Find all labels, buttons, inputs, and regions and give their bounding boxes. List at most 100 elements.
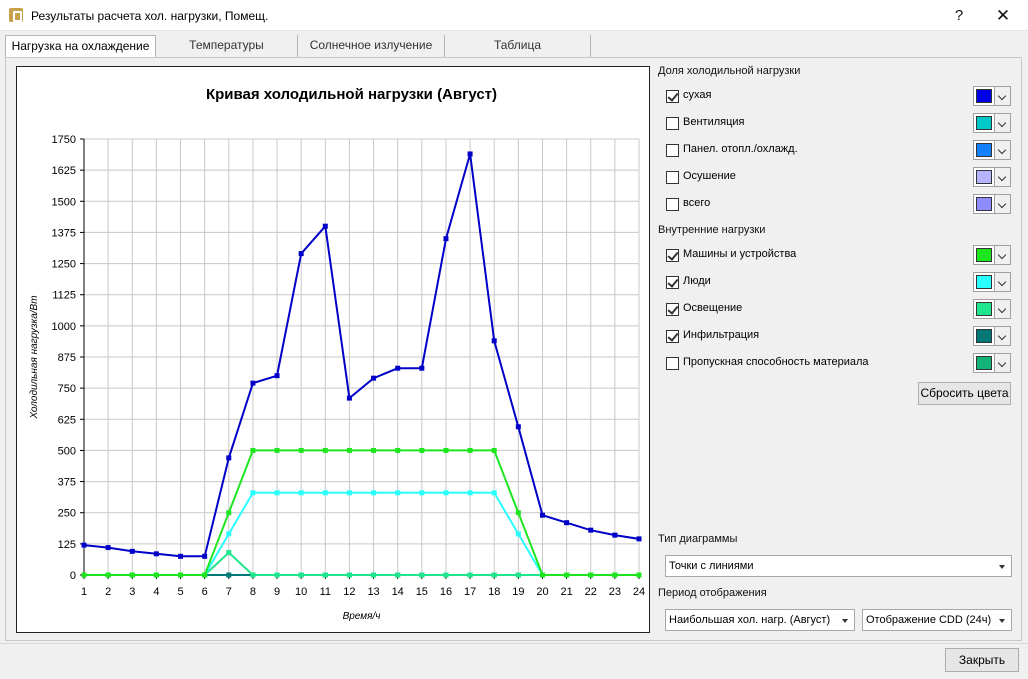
y-tick-label: 750: [58, 383, 76, 395]
data-point: [491, 490, 497, 496]
panel-checkbox[interactable]: [666, 144, 679, 157]
lighting-checkbox[interactable]: [666, 303, 679, 316]
period-cdd-value: Отображение CDD (24ч): [866, 614, 992, 626]
chevron-down-icon: [999, 619, 1005, 623]
lighting-label: Освещение: [683, 302, 743, 314]
tab-temperatures[interactable]: Температуры: [156, 35, 298, 57]
people-color-dropdown[interactable]: [995, 272, 1011, 292]
data-point: [129, 572, 135, 578]
data-point: [491, 338, 497, 344]
material-checkbox[interactable]: [666, 357, 679, 370]
chart-type-value: Точки с линиями: [669, 560, 754, 572]
cooling-share-row-total: всего: [666, 194, 1011, 214]
tab-table[interactable]: Таблица: [445, 35, 591, 57]
data-point: [564, 572, 570, 578]
y-tick-label: 500: [58, 445, 76, 457]
machines-color-swatch[interactable]: [973, 245, 995, 265]
data-point: [226, 572, 232, 578]
panel-color-swatch[interactable]: [973, 140, 995, 160]
total-color-swatch[interactable]: [973, 194, 995, 214]
data-point: [612, 532, 618, 538]
data-point: [395, 572, 401, 578]
data-point: [250, 572, 256, 578]
data-point: [419, 365, 425, 371]
cooling-share-label: Доля холодильной нагрузки: [658, 65, 801, 77]
infiltration-color-swatch[interactable]: [973, 326, 995, 346]
series-line: [83, 153, 640, 558]
data-point: [346, 572, 352, 578]
y-tick-label: 1125: [52, 290, 76, 302]
x-tick-label: 18: [488, 586, 500, 598]
internal-row-people: Люди: [666, 272, 1011, 292]
panel-color-dropdown[interactable]: [995, 140, 1011, 160]
x-tick-label: 13: [367, 586, 379, 598]
material-color-swatch[interactable]: [973, 353, 995, 373]
tab-solar-radiation[interactable]: Солнечное излучение: [298, 35, 445, 57]
data-point: [395, 365, 401, 371]
data-point: [371, 447, 377, 453]
material-color-dropdown[interactable]: [995, 353, 1011, 373]
dehumidification-color-swatch[interactable]: [973, 167, 995, 187]
data-point: [274, 373, 280, 379]
dehumidification-color-dropdown[interactable]: [995, 167, 1011, 187]
period-cdd-select[interactable]: Отображение CDD (24ч): [862, 609, 1012, 631]
dry-color-swatch[interactable]: [973, 86, 995, 106]
people-color-swatch[interactable]: [973, 272, 995, 292]
x-tick-label: 10: [295, 586, 307, 598]
internal-row-machines: Машины и устройства: [666, 245, 1011, 265]
cooling-load-chart: Кривая холодильной нагрузки (Август)0125…: [29, 86, 645, 622]
data-point: [226, 455, 232, 461]
cooling-share-row-panel: Панел. отопл./охлажд.: [666, 140, 1011, 160]
dry-label: сухая: [683, 89, 712, 101]
ventilation-checkbox[interactable]: [666, 117, 679, 130]
data-point: [322, 572, 328, 578]
period-month-select[interactable]: Наибольшая хол. нагр. (Август): [665, 609, 855, 631]
y-tick-label: 1750: [52, 134, 76, 146]
ventilation-color-dropdown[interactable]: [995, 113, 1011, 133]
help-button[interactable]: ?: [937, 0, 981, 31]
x-tick-label: 21: [560, 586, 572, 598]
data-point: [395, 447, 401, 453]
y-tick-label: 375: [58, 477, 76, 489]
infiltration-color-dropdown[interactable]: [995, 326, 1011, 346]
total-color-dropdown[interactable]: [995, 194, 1011, 214]
chart-type-select[interactable]: Точки с линиями: [665, 555, 1012, 577]
tab-cooling-load[interactable]: Нагрузка на охлаждение: [5, 35, 156, 58]
data-point: [467, 447, 473, 453]
dry-checkbox[interactable]: [666, 90, 679, 103]
machines-checkbox[interactable]: [666, 249, 679, 262]
close-button[interactable]: Закрыть: [945, 648, 1019, 672]
data-point: [274, 490, 280, 496]
ventilation-color-swatch[interactable]: [973, 113, 995, 133]
data-point: [371, 375, 377, 381]
data-point: [371, 490, 377, 496]
data-point: [250, 447, 256, 453]
dehumidification-checkbox[interactable]: [666, 171, 679, 184]
lighting-color-dropdown[interactable]: [995, 299, 1011, 319]
data-point: [298, 251, 304, 257]
machines-color-dropdown[interactable]: [995, 245, 1011, 265]
data-point: [274, 572, 280, 578]
data-point: [226, 510, 232, 516]
data-point: [226, 531, 232, 537]
x-axis-label: Время/ч: [343, 611, 381, 622]
reset-colors-button[interactable]: Сбросить цвета: [918, 382, 1011, 405]
infiltration-checkbox[interactable]: [666, 330, 679, 343]
x-tick-label: 11: [320, 586, 331, 598]
data-point: [346, 447, 352, 453]
x-tick-label: 19: [512, 586, 524, 598]
data-point: [274, 447, 280, 453]
x-tick-label: 12: [343, 586, 355, 598]
dry-color-dropdown[interactable]: [995, 86, 1011, 106]
internal-row-infiltration: Инфильтрация: [666, 326, 1011, 346]
data-point: [588, 572, 594, 578]
x-tick-label: 17: [464, 586, 476, 598]
data-point: [467, 490, 473, 496]
total-checkbox[interactable]: [666, 198, 679, 211]
people-checkbox[interactable]: [666, 276, 679, 289]
close-window-button[interactable]: ✕: [981, 0, 1025, 31]
chart-title: Кривая холодильной нагрузки (Август): [206, 86, 497, 103]
x-tick-label: 16: [440, 586, 452, 598]
y-tick-label: 1625: [52, 165, 76, 177]
lighting-color-swatch[interactable]: [973, 299, 995, 319]
